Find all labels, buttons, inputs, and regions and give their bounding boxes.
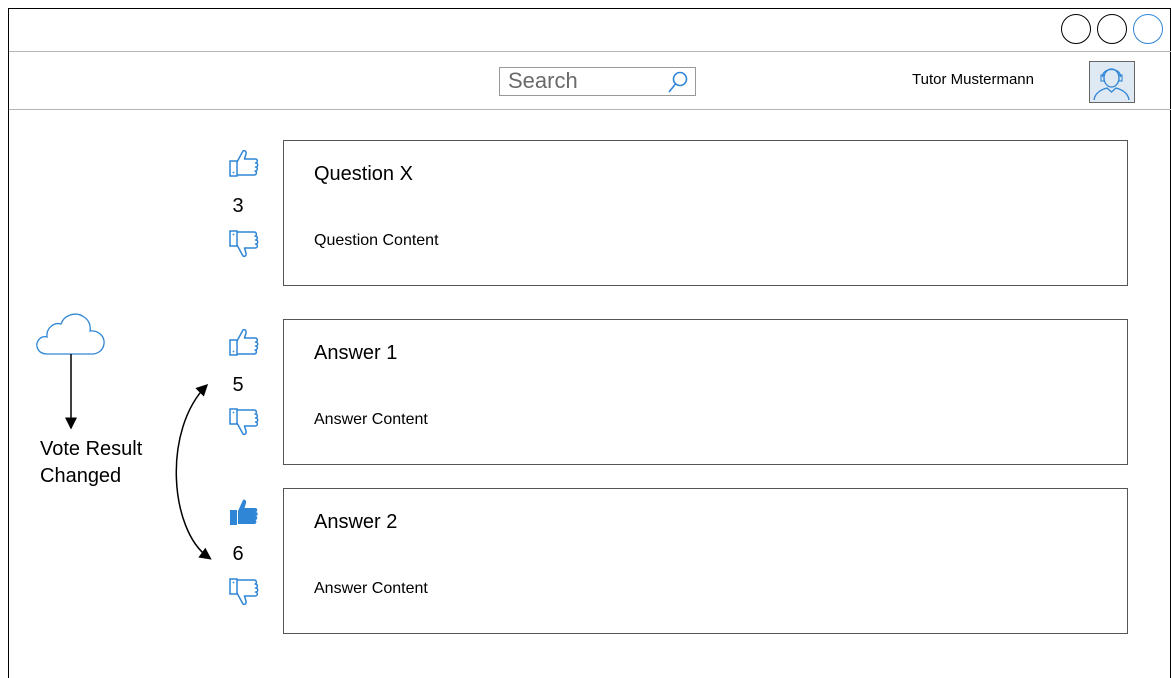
post-content: Answer Content <box>314 580 428 597</box>
search-input[interactable] <box>508 68 658 94</box>
answer-card: Answer 1 Answer Content <box>283 319 1128 465</box>
user-name[interactable]: Tutor Mustermann <box>912 71 1034 88</box>
annotation-line1: Vote Result <box>40 438 143 460</box>
search-icon[interactable] <box>667 70 689 94</box>
search-box <box>499 67 696 96</box>
user-avatar-icon[interactable] <box>1089 61 1135 103</box>
swap-arrow <box>175 383 212 560</box>
post-title: Answer 2 <box>314 511 398 533</box>
window-close-button[interactable] <box>1061 14 1091 44</box>
vote-result-annotation: Vote Result Changed <box>40 436 142 490</box>
question-card: Question X Question Content <box>283 140 1128 286</box>
post-content: Answer Content <box>314 411 428 428</box>
post-content: Question Content <box>314 232 439 249</box>
post-title: Answer 1 <box>314 342 398 364</box>
post-title: Question X <box>314 163 413 185</box>
window-maximize-button[interactable] <box>1133 14 1163 44</box>
window-minimize-button[interactable] <box>1097 14 1127 44</box>
answer-card: Answer 2 Answer Content <box>283 488 1128 634</box>
annotation-line2: Changed <box>40 465 122 487</box>
annotation-arrows <box>65 354 212 560</box>
